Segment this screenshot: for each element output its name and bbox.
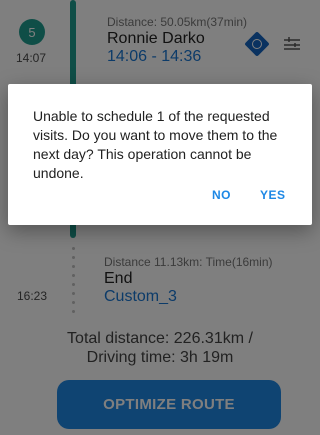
no-button[interactable]: NO (212, 188, 231, 202)
yes-button[interactable]: YES (260, 188, 286, 202)
confirm-dialog: Unable to schedule 1 of the requested vi… (8, 84, 312, 225)
dialog-message: Unable to schedule 1 of the requested vi… (33, 108, 278, 181)
